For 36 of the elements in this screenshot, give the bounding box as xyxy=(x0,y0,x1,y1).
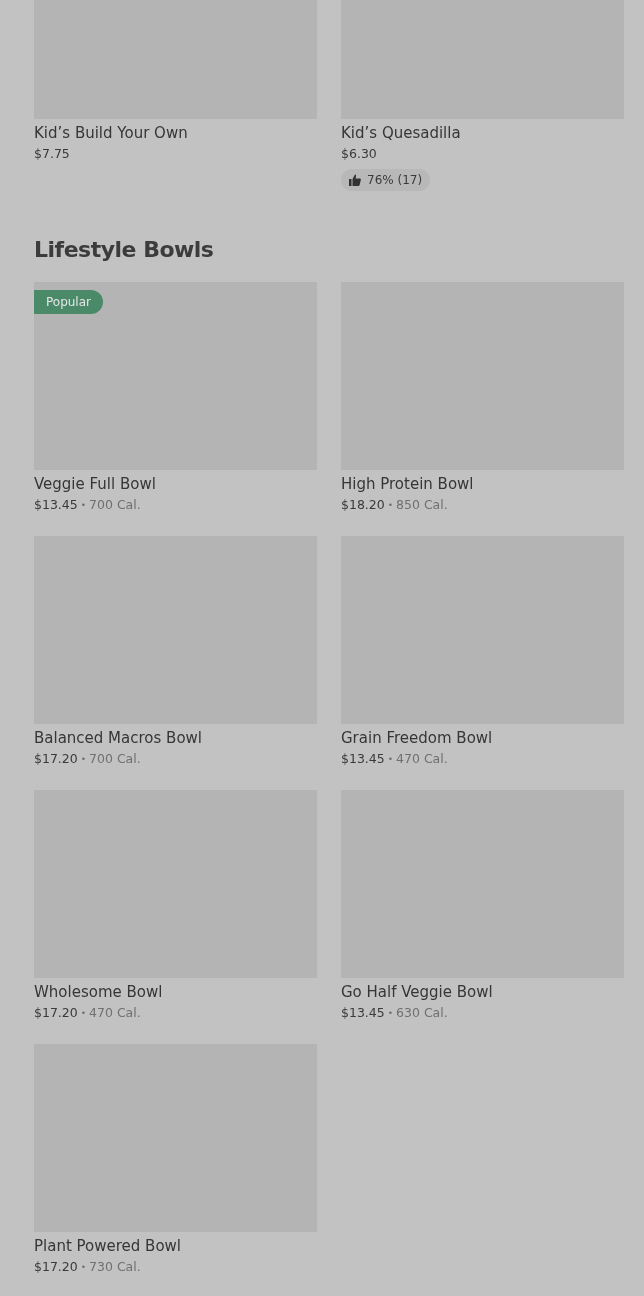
item-price: $13.45 xyxy=(341,750,385,768)
item-name: Veggie Full Bowl xyxy=(34,474,157,494)
item-calories: 850 Cal. xyxy=(396,496,448,514)
thumbs-up-icon xyxy=(349,174,361,186)
item-price: $7.75 xyxy=(34,145,71,163)
item-name: Plant Powered Bowl xyxy=(34,1236,182,1256)
item-price: $13.45 xyxy=(34,496,78,514)
separator-dot: • xyxy=(387,1007,394,1020)
item-name: Kid’s Quesadilla xyxy=(341,123,462,143)
separator-dot: • xyxy=(80,753,87,766)
popular-badge: Popular xyxy=(34,290,103,314)
item-calories: 630 Cal. xyxy=(396,1004,448,1022)
item-name: Kid’s Build Your Own xyxy=(34,123,189,143)
item-price: $18.20 xyxy=(341,496,385,514)
item-price: $6.30 xyxy=(341,145,378,163)
item-price: $17.20 xyxy=(34,750,78,768)
item-name: Grain Freedom Bowl xyxy=(341,728,494,748)
separator-dot: • xyxy=(80,1007,87,1020)
item-name: High Protein Bowl xyxy=(341,474,475,494)
item-calories: 470 Cal. xyxy=(396,750,448,768)
separator-dot: • xyxy=(387,499,394,512)
item-name: Balanced Macros Bowl xyxy=(34,728,203,748)
item-price: $13.45 xyxy=(341,1004,385,1022)
item-price: $17.20 xyxy=(34,1004,78,1022)
item-calories: 700 Cal. xyxy=(89,496,141,514)
item-price: $17.20 xyxy=(34,1258,78,1276)
item-name: Go Half Veggie Bowl xyxy=(341,982,494,1002)
item-calories: 470 Cal. xyxy=(89,1004,141,1022)
item-calories: 730 Cal. xyxy=(89,1258,141,1276)
separator-dot: • xyxy=(387,753,394,766)
item-calories: 700 Cal. xyxy=(89,750,141,768)
rating-text: 76% (17) xyxy=(367,172,423,189)
separator-dot: • xyxy=(80,499,87,512)
section-title: Lifestyle Bowls xyxy=(34,236,215,264)
separator-dot: • xyxy=(80,1261,87,1274)
item-name: Wholesome Bowl xyxy=(34,982,164,1002)
